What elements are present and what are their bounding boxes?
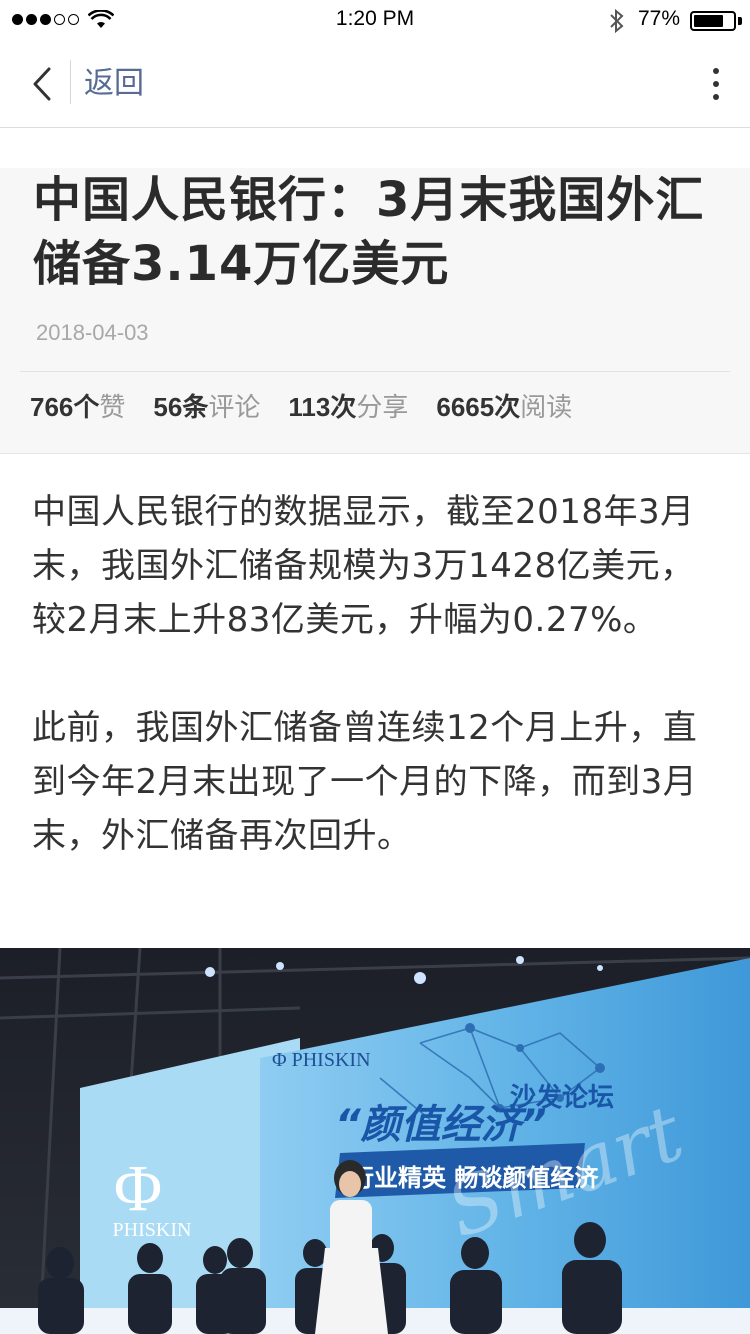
side-logo-symbol: Φ (114, 1152, 162, 1225)
paragraph: 中国人民银行的数据显示，截至2018年3月末，我国外汇储备规模为3万1428亿美… (32, 492, 695, 640)
back-label[interactable]: 返回 (84, 64, 144, 104)
divider (20, 371, 730, 372)
status-bar: 1:20 PM 77% (0, 0, 750, 40)
chevron-left-icon (33, 67, 51, 101)
article-photo[interactable]: Φ PHISKIN “颜值经济” 沙发论坛 行业精英 畅谈颜值经济 Smart … (0, 948, 750, 1334)
banner-sub: 沙发论坛 (510, 1082, 614, 1113)
side-logo-text: PHISKIN (113, 1219, 192, 1241)
bluetooth-icon (610, 8, 624, 34)
battery-percent: 77% (638, 7, 681, 30)
brand-text: Φ PHISKIN (272, 1049, 371, 1071)
battery-icon (690, 11, 736, 31)
stat-comments[interactable]: 56条评论 (153, 390, 260, 425)
stat-reads: 6665次阅读 (436, 392, 573, 423)
nav-bar: 返回 (0, 40, 750, 128)
back-button[interactable] (22, 62, 62, 106)
stat-shares[interactable]: 113次分享 (288, 390, 408, 425)
paragraph: 此前，我国外汇储备曾连续12个月上升，直到今年2月末出现了一个月的下降，而到3月… (32, 708, 698, 856)
article-body: 中国人民银行的数据显示，截至2018年3月末，我国外汇储备规模为3万1428亿美… (32, 485, 722, 917)
forum-stage-illustration: Φ PHISKIN “颜值经济” 沙发论坛 行业精英 畅谈颜值经济 Smart … (0, 948, 750, 1334)
more-vertical-icon[interactable] (700, 62, 732, 106)
stat-likes[interactable]: 766个赞 (30, 390, 125, 425)
nav-divider (70, 60, 71, 104)
article-date: 2018-04-03 (36, 320, 149, 345)
article-title: 中国人民银行：3月末我国外汇储备3.14万亿美元 (33, 172, 705, 292)
article-stats: 766个赞 56条评论 113次分享 6665次阅读 (30, 390, 572, 425)
article-header: 中国人民银行：3月末我国外汇储备3.14万亿美元 2018-04-03 766个… (0, 168, 750, 454)
